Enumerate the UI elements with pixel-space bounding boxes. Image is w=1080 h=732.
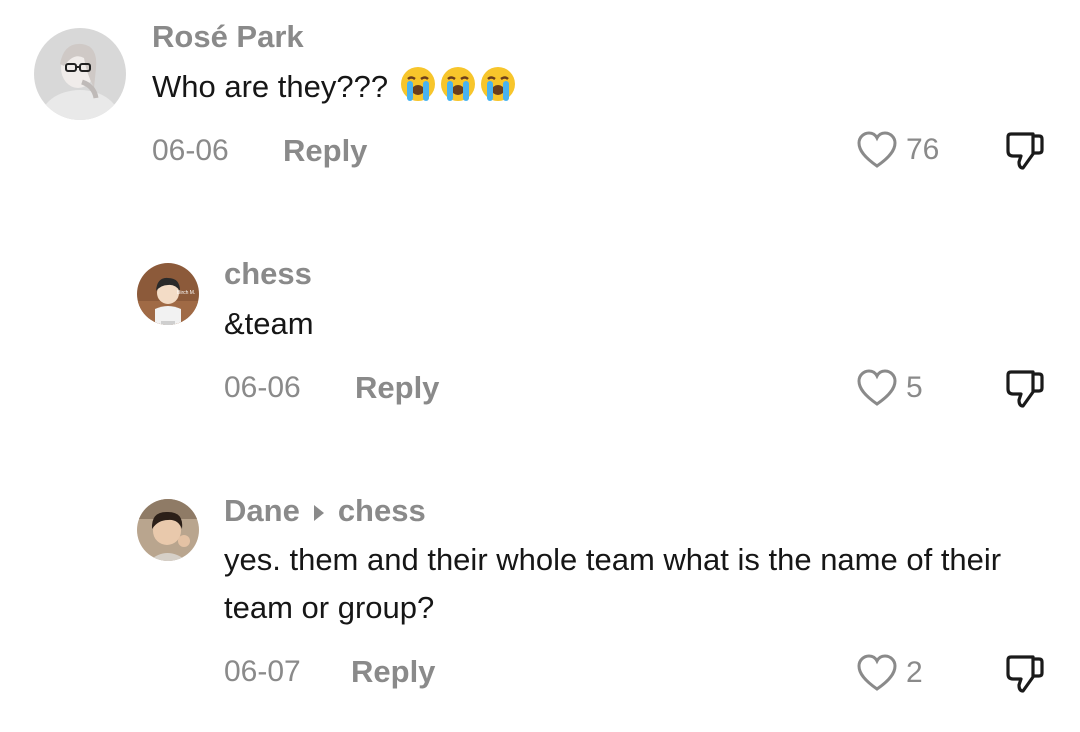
- reply-button[interactable]: Reply: [355, 370, 439, 406]
- avatar-caption: Birch M.: [177, 290, 195, 296]
- avatar[interactable]: [137, 499, 199, 561]
- like-button[interactable]: 5: [856, 368, 923, 408]
- comment-text: yes. them and their whole team what is t…: [224, 542, 1002, 625]
- reply-item: Dane chess yes. them and their whole team…: [0, 478, 1080, 732]
- loudly-crying-face-icon: [399, 65, 437, 103]
- dislike-button[interactable]: [1003, 128, 1047, 172]
- loudly-crying-face-icon: [439, 65, 477, 103]
- thumbs-down-icon: [1006, 655, 1044, 693]
- comment-date: 06-06: [152, 134, 229, 167]
- reply-button[interactable]: Reply: [351, 654, 435, 690]
- avatar[interactable]: Birch M.: [137, 263, 199, 325]
- comment-username[interactable]: chess: [224, 256, 312, 292]
- comment-date: 06-06: [224, 371, 301, 404]
- reply-arrow-icon: [313, 504, 324, 521]
- comment-username[interactable]: Rosé Park: [152, 19, 304, 55]
- reply-button[interactable]: Reply: [283, 133, 367, 169]
- dislike-button[interactable]: [1003, 366, 1047, 410]
- comment-text-content: Who are they???: [152, 69, 397, 104]
- avatar-image: [137, 499, 199, 561]
- avatar[interactable]: [34, 28, 126, 120]
- heart-icon: [857, 369, 897, 406]
- like-button[interactable]: 2: [856, 653, 923, 693]
- heart-icon: [857, 131, 897, 168]
- heart-icon: [857, 654, 897, 691]
- comment-item: Rosé Park Who are they??? 06-06 Reply 76: [0, 0, 1080, 200]
- loudly-crying-face-icon: [479, 65, 517, 103]
- thumbs-down-icon: [1006, 132, 1044, 170]
- dislike-button[interactable]: [1003, 651, 1047, 695]
- like-button[interactable]: 76: [856, 130, 939, 170]
- reply-item: Birch M. chess &team 06-06 Reply 5: [0, 240, 1080, 440]
- avatar-image: [34, 28, 126, 120]
- comment-text: Who are they???: [152, 63, 517, 111]
- avatar-image: Birch M.: [137, 263, 199, 325]
- comment-text: &team: [224, 306, 314, 341]
- thumbs-down-icon: [1006, 370, 1044, 408]
- comment-username: Dane chess: [224, 493, 426, 529]
- reply-target[interactable]: chess: [338, 493, 426, 528]
- reply-author[interactable]: Dane: [224, 493, 300, 528]
- like-count: 76: [906, 133, 940, 166]
- comment-date: 06-07: [224, 655, 301, 688]
- like-count: 5: [906, 371, 923, 404]
- like-count: 2: [906, 656, 923, 689]
